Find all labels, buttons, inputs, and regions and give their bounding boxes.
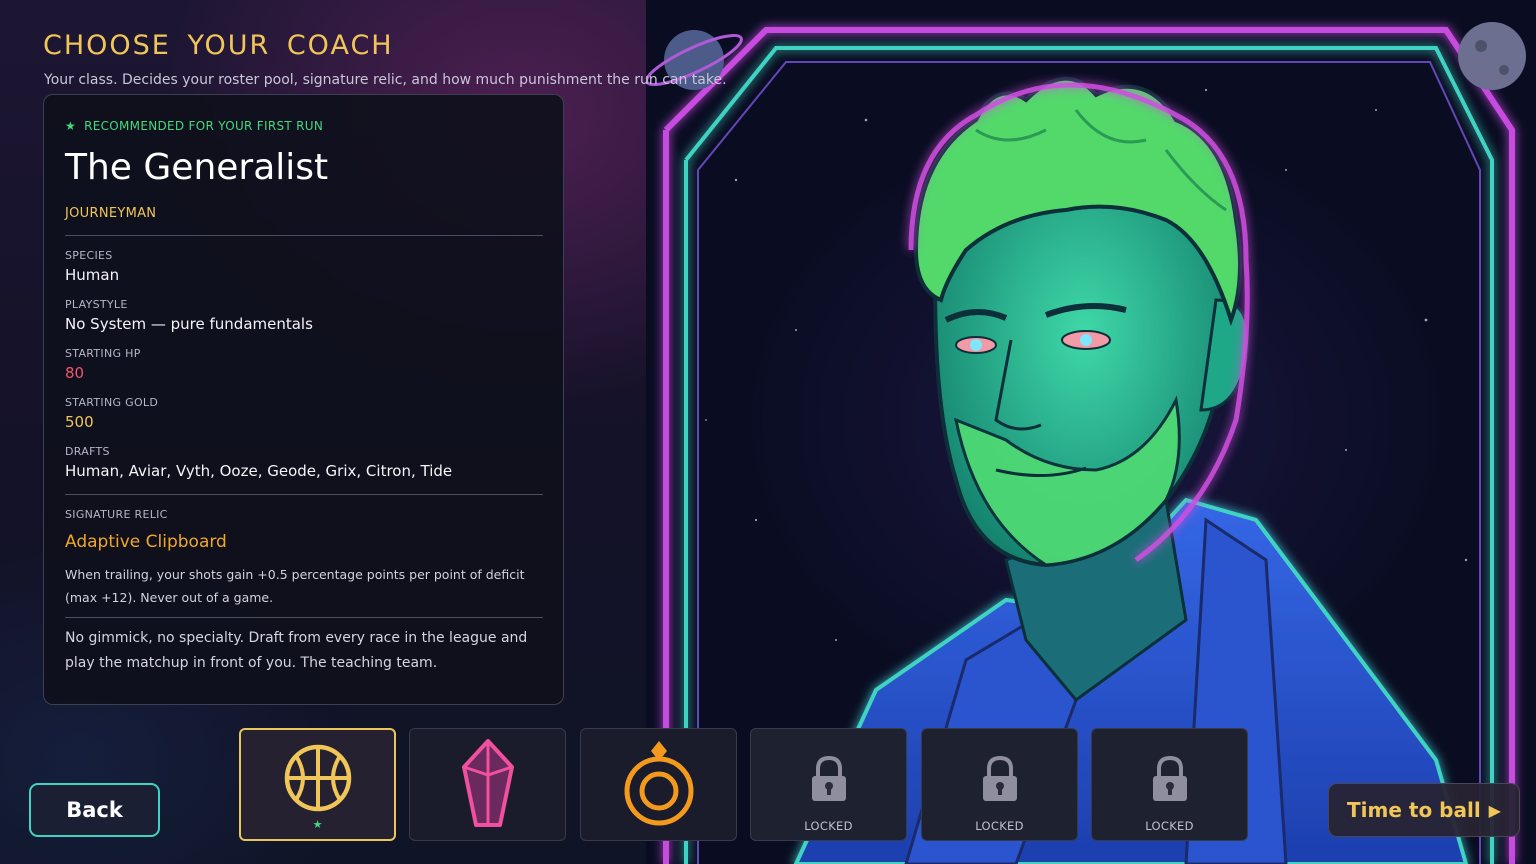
lock-icon (811, 755, 846, 801)
locked-label: LOCKED (804, 819, 853, 833)
locked-label: LOCKED (975, 819, 1024, 833)
playstyle-label: PLAYSTYLE (65, 298, 128, 311)
locked-label: LOCKED (1145, 819, 1194, 833)
page-subtitle: Your class. Decides your roster pool, si… (44, 72, 727, 88)
species-value: Human (65, 266, 120, 284)
divider (65, 617, 543, 618)
hp-label: STARTING HP (65, 347, 141, 360)
coach-slot-1[interactable]: ★ (239, 728, 396, 841)
time-to-ball-button[interactable]: Time to ball ▶ (1328, 783, 1520, 837)
coach-slot-2[interactable] (409, 728, 566, 841)
coach-description: No gimmick, no specialty. Draft from eve… (65, 630, 528, 671)
crystal-icon (461, 739, 514, 827)
coach-slot-5[interactable]: LOCKED (921, 728, 1078, 841)
divider (65, 494, 543, 495)
playstyle-value: No System — pure fundamentals (65, 315, 313, 333)
species-label: SPECIES (65, 249, 113, 262)
selected-star: ★ (312, 818, 323, 831)
recommended-text: RECOMMENDED FOR YOUR FIRST RUN (84, 119, 324, 133)
gold-value: 500 (65, 413, 94, 431)
lock-icon (1152, 755, 1187, 801)
drafts-label: DRAFTS (65, 445, 110, 458)
relic-description: When trailing, your shots gain +0.5 perc… (65, 567, 525, 605)
time-to-ball-label: Time to ball (1347, 798, 1481, 822)
basketball-icon (284, 744, 351, 812)
coach-slot-3[interactable] (580, 728, 737, 841)
coach-info-card: ★ RECOMMENDED FOR YOUR FIRST RUN The Gene… (43, 94, 564, 705)
recommended-badge: ★ RECOMMENDED FOR YOUR FIRST RUN (65, 119, 323, 133)
page-title: CHOOSE YOUR COACH (43, 30, 394, 61)
gold-label: STARTING GOLD (65, 396, 159, 409)
coach-name: The Generalist (65, 147, 329, 188)
back-button[interactable]: Back (29, 783, 160, 837)
drafts-value: Human, Aviar, Vyth, Ooze, Geode, Grix, C… (65, 462, 453, 480)
divider (65, 235, 543, 236)
play-arrow-icon: ▶ (1488, 800, 1501, 820)
lock-icon (982, 755, 1017, 801)
coach-slot-4[interactable]: LOCKED (750, 728, 907, 841)
star-icon: ★ (65, 119, 77, 133)
coach-tier: JOURNEYMAN (65, 206, 157, 221)
hp-value: 80 (65, 364, 85, 382)
relic-name: Adaptive Clipboard (65, 532, 227, 552)
ring-icon (624, 741, 693, 826)
relic-label: SIGNATURE RELIC (65, 508, 168, 521)
coach-slot-6[interactable]: LOCKED (1091, 728, 1248, 841)
